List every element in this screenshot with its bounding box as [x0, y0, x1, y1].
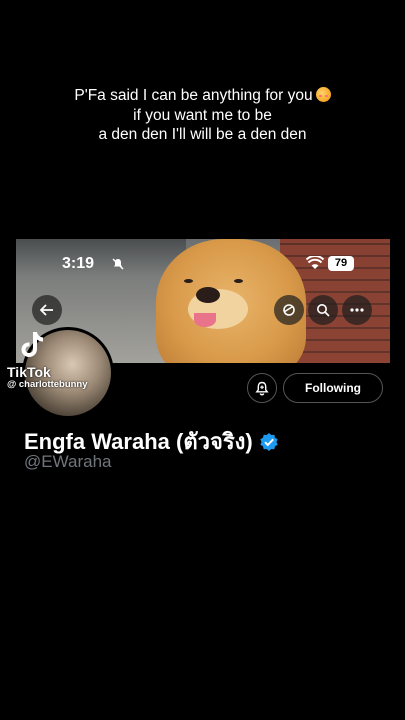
caption-line-3: a den den I'll will be a den den: [98, 126, 307, 143]
profile-handle: @EWaraha: [24, 452, 112, 471]
more-icon: [350, 308, 364, 312]
bell-off-icon: [112, 258, 124, 270]
refresh-icon: [283, 304, 295, 316]
dog-eye: [184, 279, 193, 283]
video-caption: P'Fa said I can be anything for you if y…: [0, 86, 405, 145]
following-button[interactable]: Following: [283, 373, 383, 403]
search-icon: [317, 304, 330, 317]
caption-line-2: if you want me to be: [133, 106, 272, 124]
tiktok-logo-icon: [21, 332, 43, 357]
dog-tongue: [194, 313, 216, 327]
status-time: 3:19: [62, 255, 95, 272]
more-button[interactable]: [342, 295, 372, 325]
back-button[interactable]: [32, 295, 62, 325]
search-button[interactable]: [308, 295, 338, 325]
caption-line-1: P'Fa said I can be anything for you: [0, 86, 405, 106]
refresh-button[interactable]: [274, 295, 304, 325]
dog-eye: [234, 279, 243, 283]
emoji-icon: [315, 87, 331, 102]
tiktok-label: TikTok: [7, 364, 51, 380]
dog-nose: [196, 287, 220, 303]
battery-indicator: 79: [328, 256, 354, 271]
notification-bell-icon: [255, 381, 269, 395]
notification-button[interactable]: [247, 373, 277, 403]
back-arrow-icon: [40, 304, 53, 316]
verified-icon: [260, 433, 278, 451]
wifi-icon: [306, 256, 324, 269]
tiktok-handle: @ charlottebunny: [7, 379, 88, 390]
profile-name-text: Engfa Waraha (ตัวจริง): [24, 429, 253, 454]
